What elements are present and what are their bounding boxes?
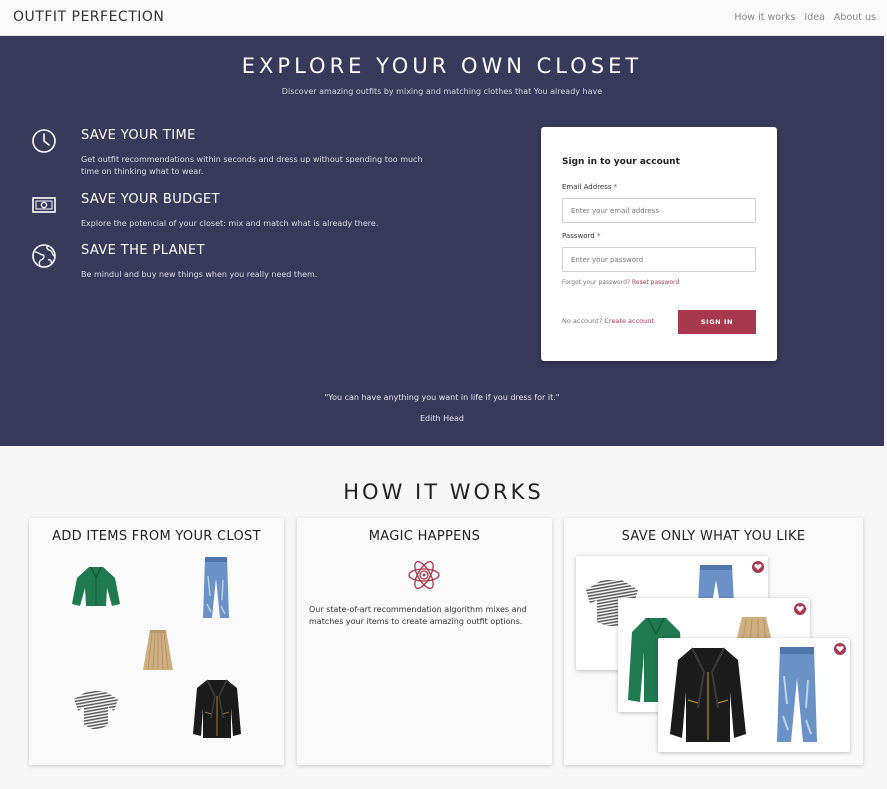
favorite-heart-icon[interactable] [752,561,764,573]
hero-subtitle: Discover amazing outfits by mixing and m… [281,87,603,96]
leather-jacket-image [670,647,746,742]
outfit-card[interactable] [658,638,850,752]
create-account-link[interactable]: Create account [604,317,654,325]
money-icon [32,197,56,213]
nav-link-about-us[interactable]: About us [834,12,876,23]
brand-logo[interactable]: OUTFIT PERFECTION [13,9,164,25]
feature-description: Explore the potencial of your closet: mi… [81,219,379,228]
jeans-image [777,647,817,742]
skirt-image [143,630,173,670]
top-navbar: OUTFIT PERFECTION How it works Idea Abou… [0,0,887,36]
password-field[interactable] [562,247,756,272]
feature-title: SAVE THE PLANET [81,243,206,258]
feature-title: SAVE YOUR BUDGET [81,192,221,207]
card-title: MAGIC HAPPENS [368,529,481,544]
quote-text: "You can have anything you want in life … [324,393,560,402]
save-liked-card: SAVE ONLY WHAT YOU LIKE [564,518,863,765]
password-label: Password * [562,232,600,240]
sign-in-button[interactable]: SIGN IN [678,310,756,334]
favorite-heart-icon[interactable] [794,603,806,615]
add-items-card: ADD ITEMS FROM YOUR CLOST [29,518,284,765]
feature-description: Get outfit recommendations within second… [81,155,423,176]
password-label-text: Password [562,232,595,240]
leather-jacket-image [193,679,241,738]
forgot-password-row: Forgot your password? Reset password [562,279,679,286]
favorite-heart-icon[interactable] [834,643,846,655]
card-title: ADD ITEMS FROM YOUR CLOST [52,529,261,544]
feature-description: Be mindul and buy new things when you re… [81,270,318,279]
email-label-text: Email Address [562,183,612,191]
magic-description: Our state-of-art recommendation algorith… [309,605,527,626]
magic-happens-card: MAGIC HAPPENS Our state-of-art recommend… [297,518,552,765]
signin-card: Sign in to your account Email Address * … [541,127,777,361]
nav-link-how-it-works[interactable]: How it works [734,12,795,23]
hero-title: EXPLORE YOUR OWN CLOSET [241,54,643,78]
clock-icon [32,129,56,153]
how-it-works-title: HOW IT WORKS [343,480,544,504]
quote-author: Edith Head [419,414,465,423]
required-mark: * [613,183,618,191]
hero-section: EXPLORE YOUR OWN CLOSET Discover amazing… [0,36,884,446]
globe-icon [32,244,56,268]
forgot-text: Forgot your password? [562,279,631,286]
jeans-image [203,557,229,618]
email-label: Email Address * [562,183,617,191]
nav-links: How it works Idea About us [734,12,876,23]
atom-icon [408,561,440,589]
required-mark: * [596,232,601,240]
card-title: SAVE ONLY WHAT YOU LIKE [621,529,806,544]
signin-title: Sign in to your account [562,157,680,167]
striped-shirt-image [74,691,118,729]
no-account-text: No account? [562,317,603,325]
feature-title: SAVE YOUR TIME [81,128,196,143]
nav-link-idea[interactable]: Idea [804,12,825,23]
no-account-row: No account? Create account [562,317,654,325]
email-field[interactable] [562,198,756,223]
reset-password-link[interactable]: Reset password [632,279,679,286]
green-blouse-image [72,566,120,606]
